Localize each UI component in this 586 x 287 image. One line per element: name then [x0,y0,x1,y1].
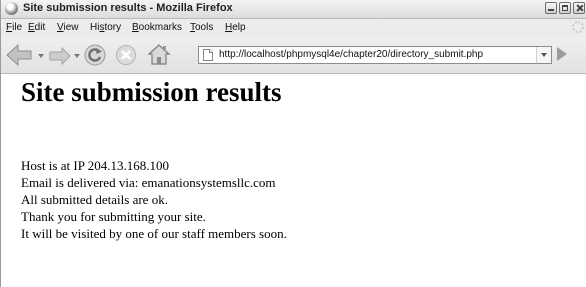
back-button[interactable] [5,43,35,67]
menu-edit[interactable]: Edit [28,22,45,33]
home-icon [147,44,171,65]
result-line-visit: It will be visited by one of our staff m… [21,226,287,241]
firefox-icon [5,2,18,15]
back-icon [6,43,32,67]
result-line-status: All submitted details are ok. [21,192,168,207]
page-content: Site submission results Host is at IP 20… [2,74,586,287]
menu-history[interactable]: History [90,22,121,33]
go-icon[interactable] [557,47,567,61]
minimize-button[interactable] [545,2,557,14]
page-heading: Site submission results [21,77,282,107]
close-button[interactable] [573,2,585,14]
back-history-dropdown[interactable] [38,54,44,58]
result-line-thanks: Thank you for submitting your site. [21,209,206,224]
window-controls [545,2,585,15]
result-lines: Host is at IP 204.13.168.100 Email is de… [21,157,287,242]
maximize-button[interactable] [559,2,571,14]
address-dropdown-button[interactable] [536,47,551,63]
menu-tools[interactable]: Tools [190,22,213,33]
window-title: Site submission results - Mozilla Firefo… [23,2,233,14]
menu-view[interactable]: View [57,22,79,33]
menu-file[interactable]: File [6,22,22,33]
address-url[interactable]: http://localhost/phpmysql4e/chapter20/di… [219,49,483,60]
navigation-toolbar: http://localhost/phpmysql4e/chapter20/di… [1,37,586,74]
address-bar[interactable]: http://localhost/phpmysql4e/chapter20/di… [198,46,552,64]
menu-bar: File Edit View History Bookmarks Tools H… [1,19,586,37]
menu-bookmarks[interactable]: Bookmarks [132,22,182,33]
home-button[interactable] [146,42,172,66]
forward-history-dropdown[interactable] [74,54,80,58]
result-line-ip: Host is at IP 204.13.168.100 [21,158,169,173]
throbber-icon [572,21,584,33]
page-icon [203,49,213,61]
forward-icon [49,47,71,65]
reload-button[interactable] [83,43,107,67]
menu-help[interactable]: Help [225,22,246,33]
forward-button[interactable] [48,47,72,65]
result-line-email: Email is delivered via: emanationsystems… [21,175,276,190]
title-bar: Site submission results - Mozilla Firefo… [1,0,586,19]
stop-icon [116,45,136,65]
reload-icon [84,44,106,66]
browser-window: Site submission results - Mozilla Firefo… [0,0,586,287]
stop-button[interactable] [115,44,137,66]
